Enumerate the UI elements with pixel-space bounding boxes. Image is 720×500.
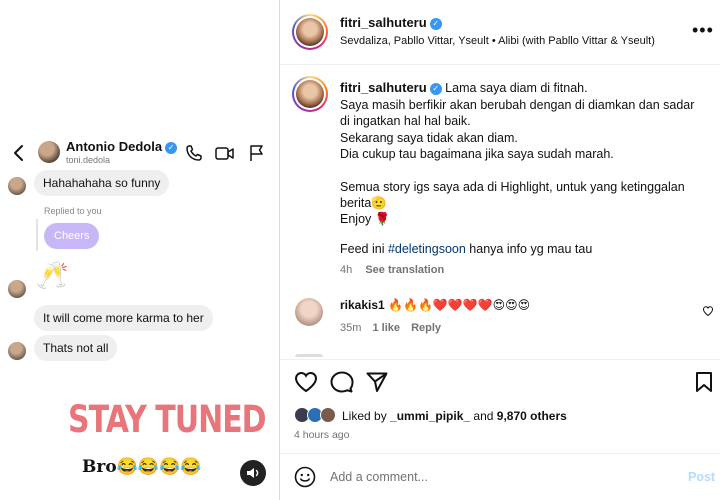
back-arrow-icon[interactable] [12, 143, 26, 163]
caption-feed-line: Feed ini #deletingsoon hanya info yg mau… [340, 242, 593, 256]
comment-body: rikakis1 🔥🔥🔥❤️❤️❤️❤️😍😍😍 [340, 298, 530, 312]
post-comment-button[interactable]: Post [688, 470, 715, 484]
caption-username[interactable]: fitri_salhuteru [340, 80, 427, 95]
contact-name[interactable]: Antonio Dedola ✓ [66, 139, 178, 154]
verified-badge-icon: ✓ [165, 142, 178, 154]
caption-line: Sekarang saya tidak akan diam. [340, 131, 518, 145]
sender-avatar [8, 342, 26, 360]
post-timestamp[interactable]: 4 hours ago [294, 429, 349, 441]
share-send-icon[interactable] [366, 371, 388, 393]
dm-panel: Antonio Dedola ✓ toni.dedola Hahahahaha s… [0, 0, 279, 500]
others-likes-count[interactable]: 9,870 others [497, 409, 567, 423]
reply-button[interactable]: Reply [411, 322, 441, 334]
comment-meta: 35m 1 like Reply [340, 322, 441, 334]
comment-bubble-icon[interactable] [330, 371, 354, 393]
hashtag-link[interactable]: #deletingsoon [388, 242, 466, 256]
post-panel: fitri_salhuteru ✓ Sevdaliza, Pabllo Vitta… [280, 0, 720, 500]
replied-message-bubble[interactable]: Cheers [44, 223, 100, 249]
liker-avatar [320, 407, 336, 423]
comment-text: 🔥🔥🔥❤️❤️❤️❤️😍😍😍 [388, 298, 531, 312]
caption-time[interactable]: 4h [340, 264, 352, 276]
caption-line: Semua story igs saya ada di Highlight, u… [340, 180, 685, 194]
contact-avatar[interactable] [38, 141, 60, 163]
caption-meta: 4h See translation [340, 264, 444, 276]
commenter-avatar[interactable] [295, 298, 323, 326]
save-bookmark-icon[interactable] [694, 371, 714, 393]
emoji-smiley-icon[interactable] [294, 466, 316, 488]
phone-icon[interactable] [184, 143, 204, 163]
likes-summary: Liked by _ummi_pipik_ and 9,870 others [342, 409, 567, 423]
comment-likes[interactable]: 1 like [372, 322, 400, 334]
reply-indicator [36, 219, 38, 251]
divider [280, 64, 720, 65]
replied-label: Replied to you [44, 206, 102, 216]
flag-icon[interactable] [247, 143, 267, 163]
video-icon[interactable] [214, 143, 234, 163]
commenter-username[interactable]: rikakis1 [340, 298, 385, 312]
divider [280, 453, 720, 454]
comment-like-heart-icon[interactable] [702, 305, 714, 317]
add-comment-input[interactable]: Add a comment... [330, 470, 428, 484]
sound-icon [247, 468, 259, 478]
caption-line: Saya masih berfikir akan berubah dengan … [340, 98, 695, 112]
stay-tuned-sticker: STAY TUNED [68, 398, 267, 442]
audio-track[interactable]: Sevdaliza, Pabllo Vittar, Yseult • Alibi… [340, 35, 655, 47]
comment-time[interactable]: 35m [340, 322, 361, 334]
message-bubble[interactable]: Thats not all [34, 335, 118, 361]
caption-author-avatar[interactable] [292, 76, 328, 112]
post-author-username[interactable]: fitri_salhuteru ✓ [340, 15, 442, 30]
clinking-glasses-emoji[interactable]: 🥂 [36, 260, 68, 291]
post-author-avatar[interactable] [292, 14, 328, 50]
divider [280, 359, 720, 360]
more-options-icon[interactable]: ••• [692, 20, 714, 41]
sender-avatar [8, 177, 26, 195]
see-translation-link[interactable]: See translation [365, 264, 444, 276]
caption-line: Enjoy 🌹 [340, 212, 391, 226]
caption-line: berita🫡 [340, 196, 387, 210]
next-comment-avatar [295, 354, 323, 357]
message-bubble[interactable]: Hahahahaha so funny [34, 170, 170, 196]
sound-button[interactable] [240, 460, 266, 486]
verified-badge-icon: ✓ [429, 18, 442, 30]
like-heart-icon[interactable] [294, 371, 318, 393]
verified-badge-icon: ✓ [429, 83, 442, 95]
bro-caption: Bro😂😂😂😂 [82, 457, 202, 477]
liked-by-username[interactable]: _ummi_pipik_ [390, 409, 470, 423]
caption-line: di ingatkan hal hal baik. [340, 114, 471, 128]
contact-username: toni.dedola [66, 155, 111, 165]
liker-avatars[interactable] [294, 407, 340, 425]
message-bubble[interactable]: It will come more karma to her [34, 305, 213, 331]
sender-avatar [8, 280, 26, 298]
caption-first-line: fitri_salhuteru ✓ Lama saya diam di fitna… [340, 80, 588, 95]
caption-line: Dia cukup tau bagaimana jika saya sudah … [340, 147, 614, 161]
